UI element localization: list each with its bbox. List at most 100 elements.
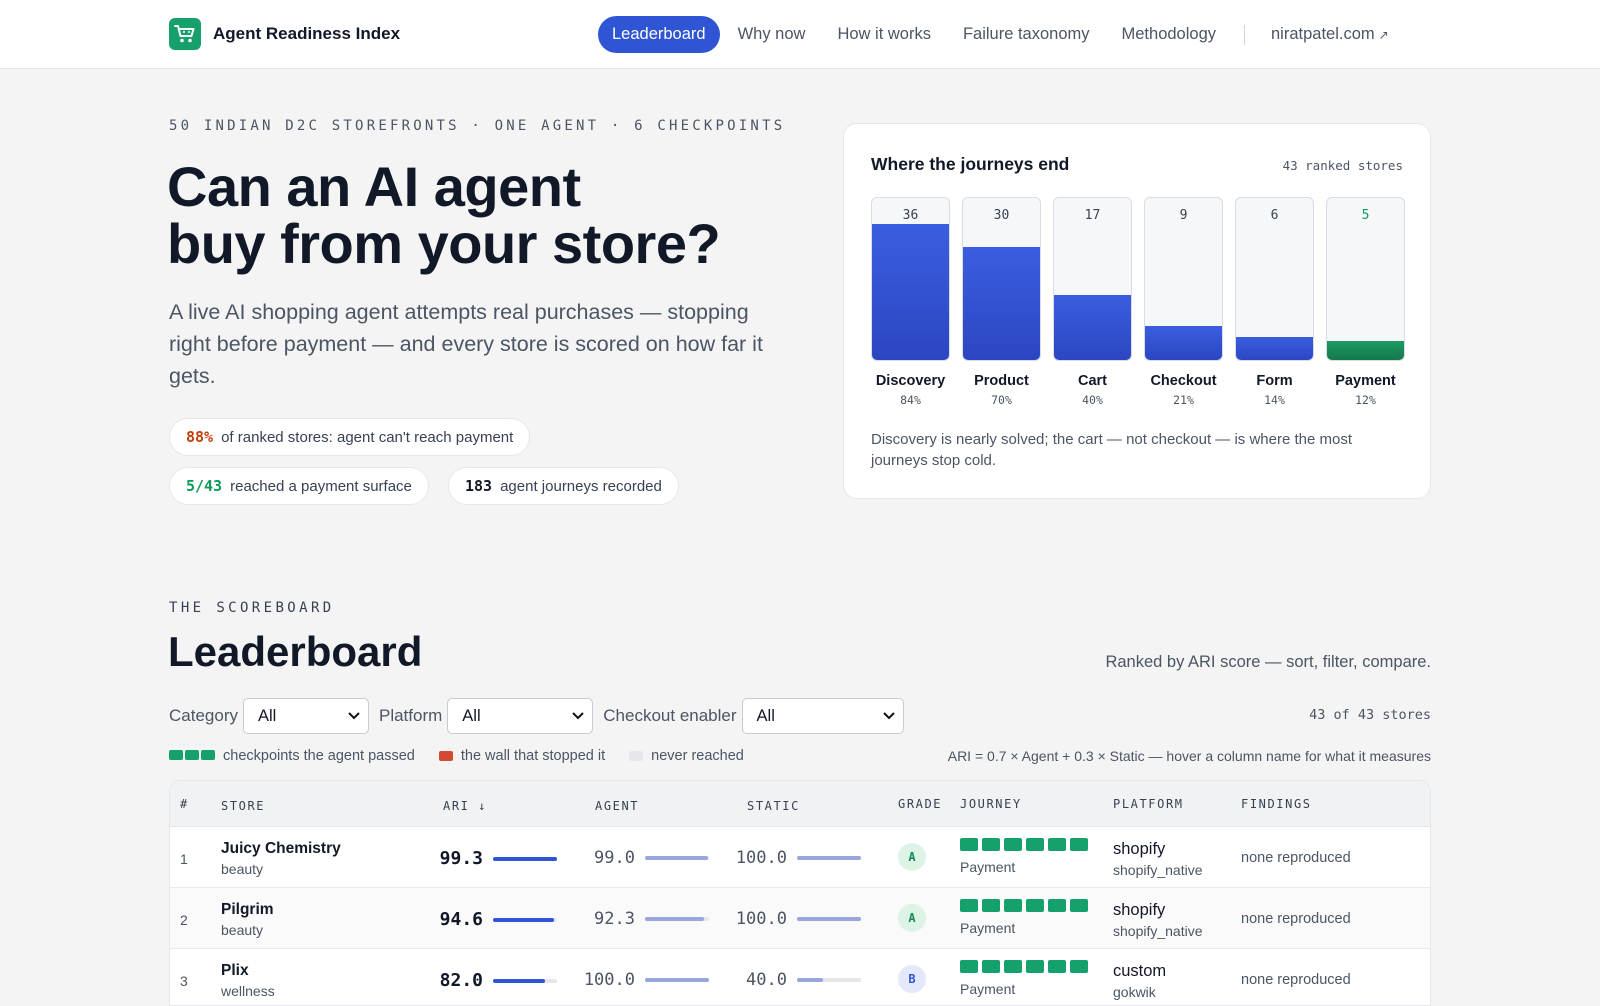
category-select[interactable]: All xyxy=(242,698,369,734)
table-row[interactable]: 1 Juicy Chemistry beauty 99.3 99.0 100.0 A Paym… xyxy=(170,827,1430,888)
platform: shopify xyxy=(1113,840,1166,858)
nav-how-it-works[interactable]: How it works xyxy=(823,16,945,53)
funnel-stage: 36 Discovery 84% xyxy=(871,197,950,407)
journey: Payment xyxy=(960,899,1088,936)
agent-bar-fill xyxy=(645,856,709,860)
chevron-down-icon xyxy=(882,712,895,720)
static-value: 40.0 xyxy=(746,970,787,990)
main-nav: Leaderboard Why now How it works Failure… xyxy=(598,16,1407,53)
journey-checkpoint xyxy=(1048,899,1066,912)
wall-swatch-icon xyxy=(438,751,453,761)
ari-bar-fill xyxy=(493,856,557,861)
funnel-bar-fill xyxy=(1236,337,1313,360)
store-name[interactable]: Pilgrim xyxy=(221,901,274,919)
store-name[interactable]: Juicy Chemistry xyxy=(221,840,341,858)
funnel-title: Where the journeys end xyxy=(871,154,1070,174)
findings: none reproduced xyxy=(1241,850,1351,866)
funnel-stage-name: Discovery xyxy=(875,373,946,389)
journey-checkpoints xyxy=(960,960,1088,973)
ari-bar-fill xyxy=(493,917,554,922)
journey-end-label: Payment xyxy=(960,920,1016,936)
nav-methodology[interactable]: Methodology xyxy=(1108,16,1230,53)
ari-bar xyxy=(493,856,557,861)
platform-filter-label: Platform xyxy=(378,706,443,725)
journey-checkpoints xyxy=(960,838,1088,851)
col-agent[interactable]: AGENT xyxy=(595,799,639,813)
agent-bar-fill xyxy=(645,917,705,921)
external-arrow-icon: ↗ xyxy=(1378,28,1389,42)
nav-divider xyxy=(1244,24,1245,45)
col-platform[interactable]: PLATFORM xyxy=(1113,797,1184,811)
platform-select-value: All xyxy=(462,706,481,725)
journey: Payment xyxy=(960,838,1088,875)
scoreboard-title: Leaderboard xyxy=(168,628,423,675)
findings: none reproduced xyxy=(1241,972,1351,988)
journey-checkpoint xyxy=(960,960,978,973)
funnel-stage-pct: 40% xyxy=(1082,393,1103,407)
nav-failure-taxonomy[interactable]: Failure taxonomy xyxy=(949,16,1104,53)
col-store[interactable]: STORE xyxy=(221,799,265,813)
ari-value: 82.0 xyxy=(439,970,483,991)
legend-passed: checkpoints the agent passed xyxy=(223,748,415,764)
agent-value: 99.0 xyxy=(594,848,635,868)
store-name[interactable]: Plix xyxy=(221,962,249,980)
journey-checkpoint xyxy=(1070,960,1088,973)
funnel-stage: 17 Cart 40% xyxy=(1053,197,1132,407)
col-findings[interactable]: FINDINGS xyxy=(1241,797,1312,811)
rank: 1 xyxy=(180,851,188,867)
col-static[interactable]: STATIC xyxy=(747,799,800,813)
journey-checkpoints xyxy=(960,899,1088,912)
funnel-bar-fill xyxy=(1054,295,1131,360)
agent-bar xyxy=(645,917,709,921)
static-value: 100.0 xyxy=(735,909,787,929)
agent-score: 100.0 xyxy=(578,970,709,990)
funnel-stage-pct: 84% xyxy=(900,393,921,407)
col-grade[interactable]: GRADE xyxy=(898,797,942,811)
table-row[interactable]: 2 Pilgrim beauty 94.6 92.3 100.0 A Payment shopi… xyxy=(170,888,1430,949)
funnel-stage-name: Product xyxy=(974,373,1029,389)
external-link-label: niratpatel.com xyxy=(1271,25,1375,43)
static-bar-fill xyxy=(797,978,823,982)
funnel-bar: 9 xyxy=(1144,197,1223,361)
static-bar xyxy=(797,978,861,982)
funnel-stage: 9 Checkout 21% xyxy=(1144,197,1223,407)
col-ari[interactable]: ARI ↓ xyxy=(443,799,487,813)
journey-checkpoint xyxy=(1004,960,1022,973)
agent-bar xyxy=(645,856,709,860)
external-link[interactable]: niratpatel.com ↗ xyxy=(1259,16,1403,53)
journey-legend: checkpoints the agent passed the wall th… xyxy=(169,748,744,764)
stat-pill-unreached: 88% of ranked stores: agent can't reach … xyxy=(169,418,531,456)
platform: custom xyxy=(1113,962,1167,980)
hero-kicker: 50 INDIAN D2C STOREFRONTS · ONE AGENT · … xyxy=(169,118,786,134)
ari-score: 99.3 xyxy=(433,848,557,869)
enabler-select[interactable]: All xyxy=(741,698,904,734)
journey-checkpoint xyxy=(1026,960,1044,973)
journey: Payment xyxy=(960,960,1088,997)
findings: none reproduced xyxy=(1241,911,1351,927)
leaderboard-table: # STORE ARI ↓ AGENT STATIC GRADE JOURNEY… xyxy=(169,780,1431,1006)
nav-leaderboard[interactable]: Leaderboard xyxy=(598,16,720,53)
funnel-note: Discovery is nearly solved; the cart — n… xyxy=(871,431,1353,469)
table-body: 1 Juicy Chemistry beauty 99.3 99.0 100.0 A Paym… xyxy=(170,827,1430,1005)
funnel-bars: 36 Discovery 84% 30 Product 70% 17 Cart 40% 9 Chec… xyxy=(871,197,1405,407)
funnel-stage: 30 Product 70% xyxy=(962,197,1041,407)
legend-never: never reached xyxy=(651,748,744,764)
col-journey[interactable]: JOURNEY xyxy=(960,797,1022,811)
stat-pill-reached: 5/43 reached a payment surface xyxy=(169,467,429,505)
nav-why-now[interactable]: Why now xyxy=(724,16,820,53)
funnel-bar-count: 17 xyxy=(1084,208,1101,223)
filter-row: Category All Platform All Checkout enabl… xyxy=(169,698,914,734)
funnel-stage-pct: 14% xyxy=(1264,393,1285,407)
platform-select[interactable]: All xyxy=(447,698,594,734)
funnel-bar: 17 xyxy=(1053,197,1132,361)
stat-label: reached a payment surface xyxy=(230,477,412,495)
stat-value: 183 xyxy=(465,477,493,495)
table-row[interactable]: 3 Plix wellness 82.0 100.0 40.0 B Payment custom… xyxy=(170,949,1430,1005)
brand[interactable]: Agent Readiness Index xyxy=(169,18,400,50)
funnel-bar-count: 36 xyxy=(902,208,919,223)
journey-checkpoint xyxy=(1026,838,1044,851)
stat-value: 5/43 xyxy=(186,477,223,495)
funnel-bar: 36 xyxy=(871,197,950,361)
journey-checkpoint xyxy=(1048,960,1066,973)
grade-badge: A xyxy=(898,843,926,871)
